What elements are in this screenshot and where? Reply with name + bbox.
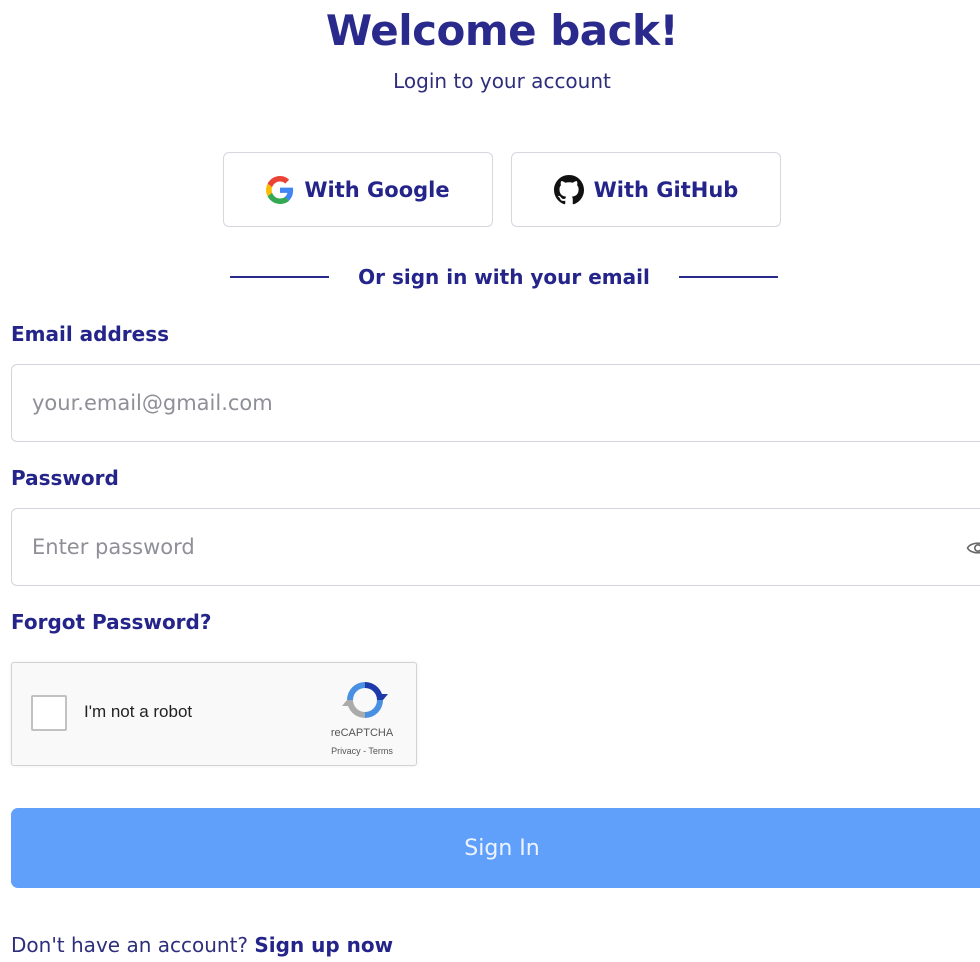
- recaptcha-label: I'm not a robot: [84, 702, 193, 721]
- recaptcha-links[interactable]: Privacy - Terms: [312, 746, 412, 756]
- sign-in-button[interactable]: Sign In: [11, 808, 980, 888]
- divider-text: Or sign in with your email: [358, 265, 650, 289]
- github-icon: [553, 174, 584, 205]
- email-input[interactable]: [30, 390, 914, 416]
- login-page: Welcome back! Login to your account With…: [0, 0, 980, 962]
- password-field-container[interactable]: [11, 508, 980, 586]
- google-login-button[interactable]: With Google: [223, 152, 493, 227]
- recaptcha-logo-icon: [342, 677, 388, 723]
- eye-icon[interactable]: [966, 539, 980, 557]
- email-label: Email address: [11, 322, 170, 346]
- divider-line-right: [679, 276, 778, 278]
- signup-prompt: Don't have an account?: [11, 933, 249, 957]
- github-login-button[interactable]: With GitHub: [511, 152, 781, 227]
- google-login-label: With Google: [304, 177, 450, 202]
- recaptcha-checkbox[interactable]: [31, 695, 67, 731]
- sign-in-label: Sign In: [464, 835, 540, 861]
- page-title: Welcome back!: [325, 6, 679, 55]
- github-login-label: With GitHub: [593, 177, 739, 202]
- signup-link[interactable]: Sign up now: [254, 933, 393, 957]
- page-subtitle: Login to your account: [393, 69, 611, 93]
- email-field-container[interactable]: [11, 364, 980, 442]
- forgot-password-link[interactable]: Forgot Password?: [11, 610, 211, 634]
- password-input[interactable]: [30, 534, 914, 560]
- divider-line-left: [230, 276, 329, 278]
- recaptcha-widget: I'm not a robot reCAPTCHA Privacy - Term…: [11, 662, 417, 766]
- password-label: Password: [11, 466, 119, 490]
- signup-row: Don't have an account? Sign up now: [11, 933, 393, 957]
- email-divider: Or sign in with your email: [230, 262, 778, 292]
- recaptcha-brand: reCAPTCHA: [330, 727, 394, 739]
- google-icon: [266, 175, 294, 204]
